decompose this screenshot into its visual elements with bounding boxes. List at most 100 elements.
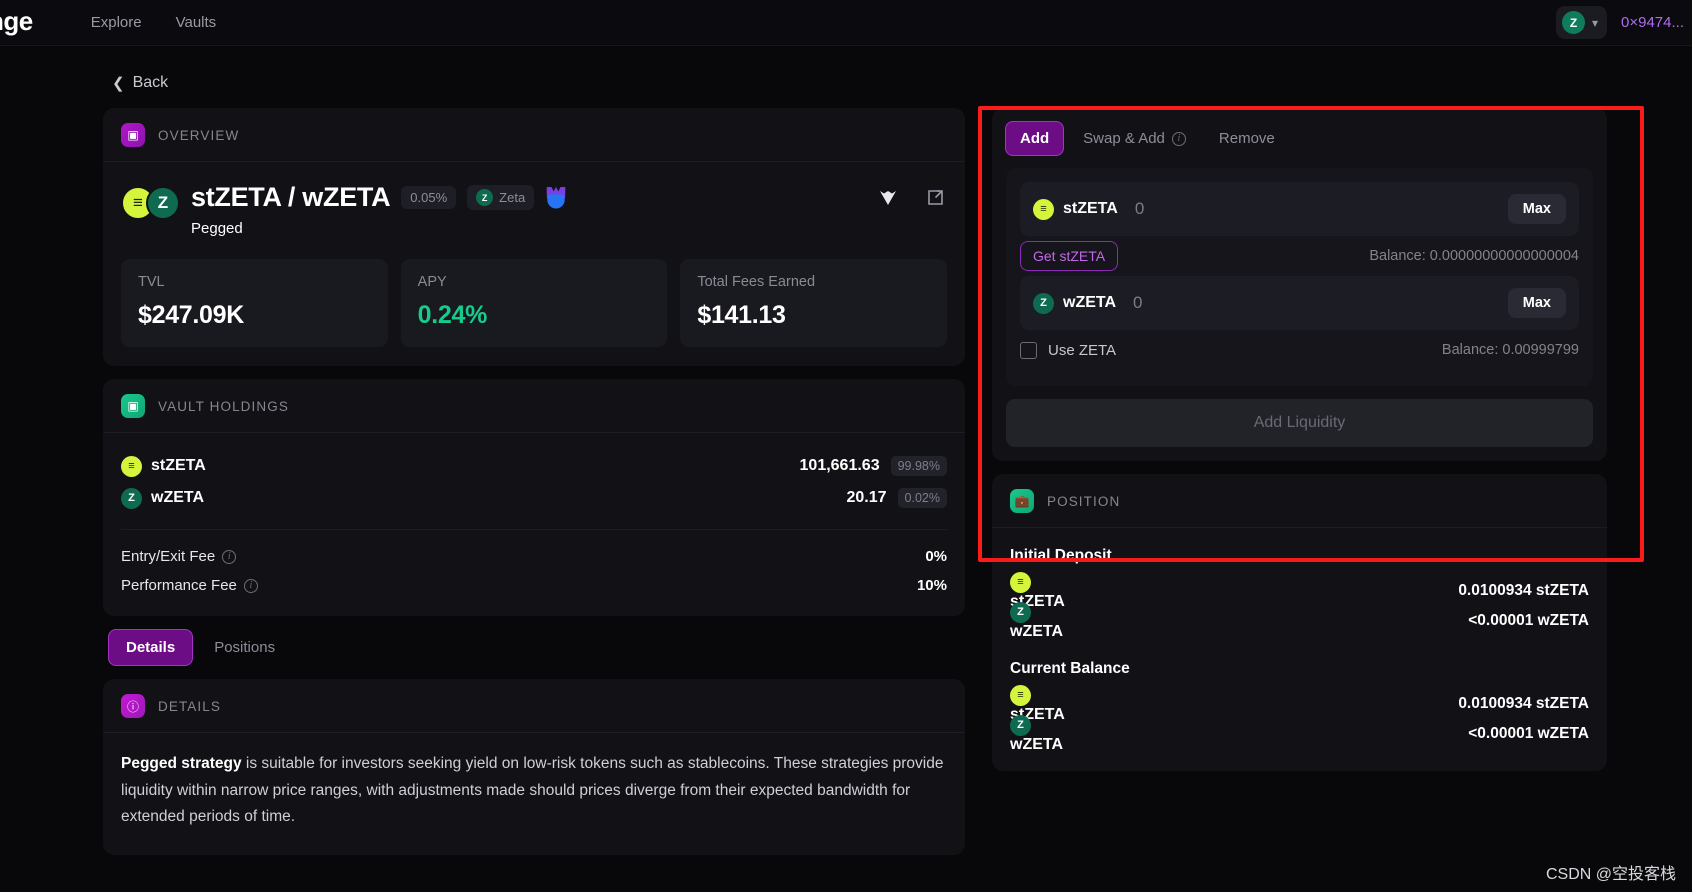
info-icon[interactable]: i: [243, 578, 258, 593]
holdings-token-name: wZETA: [151, 489, 205, 506]
stat-total-fees: Total Fees Earned $141.13: [680, 259, 948, 347]
page-content: ❮ Back ▣ OVERVIEW ≡ Z stZETA / wZETA 0.0…: [0, 46, 1692, 892]
position-token-name: wZETA: [1010, 735, 1064, 753]
fee-label: Entry/Exit Fee: [121, 548, 216, 565]
position-token-name: wZETA: [1010, 622, 1064, 640]
stzeta-token-icon: ≡: [121, 455, 142, 477]
tab-add[interactable]: Add: [1005, 121, 1065, 156]
nav-link-explore[interactable]: Explore: [91, 14, 142, 31]
add-liquidity-button[interactable]: Add Liquidity: [1006, 399, 1593, 447]
stzeta-balance: Balance: 0.00000000000000004: [1369, 248, 1579, 264]
content-tabs: Details Positions: [108, 629, 965, 666]
tab-remove[interactable]: Remove: [1205, 122, 1289, 155]
position-card: 💼 POSITION Initial Deposit ≡ stZETA 0.01…: [992, 474, 1607, 771]
nav-right-group: Z ▾ 0×9474...: [1555, 6, 1692, 39]
use-zeta-row: Use ZETA Balance: 0.00999799: [1020, 330, 1579, 370]
vault-brand-icon[interactable]: [878, 189, 898, 207]
position-row: ≡ stZETA 0.0100934 stZETA: [1010, 684, 1589, 723]
fee-row-performance: Performance Fee i 10%: [121, 571, 947, 600]
holdings-percent: 0.02%: [897, 488, 947, 508]
chain-chip-label: Zeta: [499, 190, 526, 205]
holdings-token: Z wZETA: [121, 487, 205, 509]
overview-card-header: ▣ OVERVIEW: [103, 108, 965, 162]
wzeta-token-icon: Z: [1010, 714, 1031, 736]
wzeta-balance: Balance: 0.00999799: [1441, 342, 1579, 358]
stat-total-fees-label: Total Fees Earned: [697, 274, 816, 290]
chain-selector[interactable]: Z ▾: [1555, 6, 1608, 39]
vault-holdings-title: VAULT HOLDINGS: [158, 398, 289, 414]
position-value: <0.00001 wZETA: [1468, 725, 1589, 742]
pair-action-icons: [878, 188, 945, 207]
left-column: ▣ OVERVIEW ≡ Z stZETA / wZETA 0.05% Z Ze…: [103, 108, 965, 868]
stzeta-token-icon: ≡: [1010, 684, 1031, 706]
stzeta-input-value[interactable]: 0: [1135, 199, 1144, 219]
details-header: ⓘ DETAILS: [103, 679, 965, 733]
holdings-amount: 20.17: [846, 489, 887, 506]
stat-tvl-value: $247.09K: [138, 301, 245, 329]
stat-apy: APY 0.24%: [400, 259, 668, 347]
fee-row-entry-exit: Entry/Exit Fee i 0%: [121, 542, 947, 571]
info-icon[interactable]: i: [1171, 131, 1186, 146]
use-zeta-label: Use ZETA: [1048, 341, 1117, 359]
chain-chip: Z Zeta: [467, 185, 535, 210]
action-tabs: Add Swap & Add i Remove: [992, 108, 1607, 168]
holdings-amount-group: 20.17 0.02%: [846, 488, 947, 508]
wzeta-input-value[interactable]: 0: [1133, 293, 1142, 313]
tab-swap-and-add[interactable]: Swap & Add i: [1069, 122, 1200, 155]
stat-tvl-label: TVL: [138, 274, 165, 290]
stzeta-input-token-name: stZETA: [1063, 200, 1118, 217]
tab-swap-and-add-label: Swap & Add: [1083, 130, 1165, 147]
vault-holdings-icon: ▣: [121, 394, 145, 418]
holdings-percent: 99.98%: [890, 456, 947, 476]
holdings-token-name: stZETA: [151, 457, 206, 474]
stat-tvl: TVL $247.09K: [121, 259, 388, 347]
right-column: Add Swap & Add i Remove ≡ stZETA 0 Max G…: [992, 108, 1607, 771]
position-bag-icon: 💼: [1010, 489, 1034, 513]
position-body: Initial Deposit ≡ stZETA 0.0100934 stZET…: [992, 528, 1607, 771]
stzeta-max-button[interactable]: Max: [1507, 194, 1566, 224]
stat-apy-label: APY: [417, 274, 447, 290]
external-link-icon[interactable]: [926, 188, 945, 207]
nav-link-vaults[interactable]: Vaults: [176, 14, 217, 31]
tab-details[interactable]: Details: [108, 629, 194, 666]
chevron-left-icon: ❮: [112, 75, 125, 92]
wzeta-token-icon: Z: [121, 487, 142, 509]
position-row: Z wZETA <0.00001 wZETA: [1010, 601, 1589, 640]
wzeta-max-button[interactable]: Max: [1507, 288, 1566, 318]
initial-deposit-title: Initial Deposit: [1010, 547, 1112, 564]
position-value: <0.00001 wZETA: [1468, 612, 1589, 629]
fee-value: 10%: [916, 577, 947, 594]
details-body: Pegged strategy is suitable for investor…: [103, 733, 965, 855]
get-stzeta-button[interactable]: Get stZETA: [1020, 241, 1119, 271]
nav-links: Explore Vaults: [91, 14, 216, 31]
zeta-chain-icon: Z: [1561, 11, 1585, 34]
dex-protocol-icon: [547, 186, 566, 209]
wallet-address[interactable]: 0×9474...: [1621, 14, 1684, 31]
wzeta-input-token-name: wZETA: [1063, 294, 1117, 311]
use-zeta-checkbox[interactable]: [1020, 341, 1037, 359]
tab-positions[interactable]: Positions: [197, 630, 292, 665]
chevron-down-icon: ▾: [1591, 15, 1599, 30]
position-row: Z wZETA <0.00001 wZETA: [1010, 714, 1589, 753]
position-token: Z wZETA: [1010, 601, 1064, 641]
add-liquidity-panel: ≡ stZETA 0 Max Get stZETA Balance: 0.000…: [1006, 168, 1593, 386]
fee-label-group: Entry/Exit Fee i: [121, 548, 237, 565]
wzeta-input-token: Z wZETA 0: [1033, 292, 1143, 314]
back-button[interactable]: ❮ Back: [112, 74, 168, 92]
position-row: ≡ stZETA 0.0100934 stZETA: [1010, 571, 1589, 610]
vault-holdings-card: ▣ VAULT HOLDINGS ≡ stZETA 101,661.63 99.…: [103, 379, 965, 616]
watermark: CSDN @空投客栈: [1545, 866, 1676, 883]
holdings-token: ≡ stZETA: [121, 455, 206, 477]
brand-logo[interactable]: nge: [0, 8, 33, 37]
back-label: Back: [132, 74, 169, 91]
strategy-label: Pegged: [191, 220, 243, 237]
details-text: is suitable for investors seeking yield …: [121, 755, 944, 826]
info-icon[interactable]: i: [222, 549, 237, 564]
app-root: nge Explore Vaults Z ▾ 0×9474... ❮ Back …: [0, 0, 1692, 892]
details-title: DETAILS: [158, 698, 221, 714]
position-value: 0.0100934 stZETA: [1458, 695, 1589, 712]
wzeta-amount-input[interactable]: Z wZETA 0 Max: [1020, 276, 1579, 330]
fee-label-group: Performance Fee i: [121, 577, 258, 594]
fee-label: Performance Fee: [121, 577, 237, 594]
stzeta-amount-input[interactable]: ≡ stZETA 0 Max: [1020, 182, 1579, 236]
